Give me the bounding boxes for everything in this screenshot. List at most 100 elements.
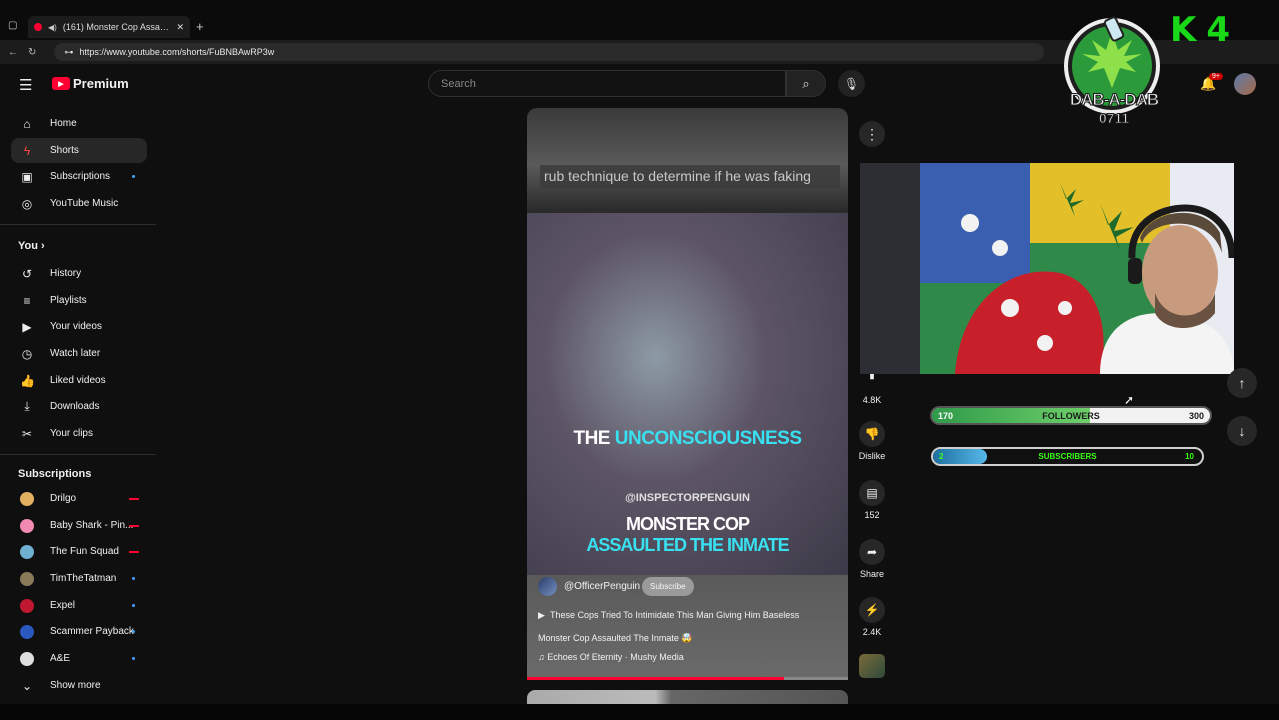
subscription-item[interactable]: Drilgo <box>11 486 147 511</box>
sound-thumbnail[interactable] <box>859 654 885 678</box>
sidebar-item-youtube-music[interactable]: ◎ YouTube Music <box>11 191 147 216</box>
subscription-item[interactable]: Baby Shark - Pin... <box>11 513 147 538</box>
tab-actions-icon[interactable]: ▢ <box>8 20 17 31</box>
share-button[interactable]: ➦ Share <box>853 539 891 579</box>
site-info-icon[interactable]: ⊶ <box>64 47 73 58</box>
sidebar-item-label: History <box>50 268 82 279</box>
share-label: Share <box>859 569 885 579</box>
sidebar-item-label: Downloads <box>50 401 100 412</box>
sidebar-item-subscriptions[interactable]: ▣ Subscriptions <box>11 164 147 189</box>
new-content-dot <box>132 630 135 633</box>
menu-icon[interactable]: ☰ <box>19 76 32 94</box>
sidebar-item-label: Baby Shark - Pin... <box>50 520 134 531</box>
subscriptions-section-title: Subscriptions <box>18 468 92 480</box>
comments-button[interactable]: ▤ 152 <box>853 480 891 520</box>
sidebar-item-label: Shorts <box>50 145 79 156</box>
subscription-item[interactable]: Scammer Payback <box>11 619 147 644</box>
new-content-dot <box>132 577 135 580</box>
chevron-down-icon: ⌄ <box>21 678 33 693</box>
sidebar-item-label: Subscriptions <box>50 171 111 182</box>
speaker-icon: ◀) <box>48 22 57 32</box>
subscribe-button[interactable]: Subscribe <box>642 577 694 596</box>
sidebar-item-label: Drilgo <box>50 493 77 504</box>
video-progress-fill <box>527 677 784 680</box>
history-icon: ↺ <box>21 266 33 281</box>
music-link[interactable]: ♫ Echoes Of Eternity · Mushy Media <box>538 652 684 662</box>
subscriptions-icon: ▣ <box>21 169 33 184</box>
sidebar-item-shorts[interactable]: ϟ Shorts <box>11 138 147 163</box>
channel-avatar <box>20 518 34 533</box>
sidebar-item-label: Expel <box>50 600 76 611</box>
video-watermark: @INSPECTORPENGUIN <box>625 492 750 504</box>
mouse-cursor-icon: ➚ <box>1124 393 1135 407</box>
channel-name[interactable]: @OfficerPenguin <box>564 581 640 592</box>
dislike-button[interactable]: 👎 Dislike <box>853 421 891 461</box>
reload-icon[interactable]: ↻ <box>28 47 36 58</box>
more-vert-icon: ⋮ <box>865 125 879 142</box>
more-options-button[interactable]: ⋮ <box>859 121 885 147</box>
you-section-title[interactable]: You › <box>18 240 45 252</box>
live-indicator <box>129 550 139 553</box>
show-more-button[interactable]: ⌄ Show more <box>11 673 147 698</box>
new-content-dot <box>132 175 135 178</box>
channel-avatar <box>20 598 34 613</box>
chevron-right-icon: › <box>41 240 45 252</box>
home-icon: ⌂ <box>23 116 31 131</box>
remix-button[interactable]: ⚡ 2.4K <box>853 597 891 637</box>
next-short-button[interactable]: ↓ <box>1227 416 1257 446</box>
channel-avatar[interactable] <box>538 577 557 596</box>
arrow-down-icon: ↓ <box>1238 423 1246 439</box>
remix-icon: ⚡ <box>859 597 885 623</box>
your-videos-icon: ▶ <box>22 319 32 334</box>
search-input[interactable]: Search <box>428 70 786 97</box>
playlists-icon: ≡ <box>23 293 31 308</box>
sidebar-divider <box>0 224 156 225</box>
next-short-preview[interactable] <box>527 690 848 704</box>
sidebar-item-label: TimTheTatman <box>50 573 117 584</box>
music-note-icon: ♫ <box>538 652 545 662</box>
sidebar-item-your-clips[interactable]: ✂ Your clips <box>11 421 147 446</box>
sidebar-item-history[interactable]: ↺ History <box>11 261 147 286</box>
sidebar-item-label: The Fun Squad <box>50 546 119 557</box>
tab-close-icon[interactable]: ✕ <box>176 22 184 33</box>
search-button[interactable]: ⌕ <box>786 70 826 97</box>
sidebar-item-home[interactable]: ⌂ Home <box>11 111 147 136</box>
subscription-item[interactable]: Expel <box>11 593 147 618</box>
previous-short-button[interactable]: ↑ <box>1227 368 1257 398</box>
account-avatar[interactable] <box>1234 73 1256 95</box>
subscribers-goal: 10 <box>1185 452 1194 461</box>
sidebar-item-your-videos[interactable]: ▶ Your videos <box>11 314 147 339</box>
like-icon: 👍 <box>20 373 35 388</box>
like-button[interactable]: ▮ 4.8K <box>853 370 891 405</box>
sidebar: ⌂ Home ϟ Shorts ▣ Subscriptions ◎ YouTube Mu… <box>0 104 156 704</box>
like-count: 4.8K <box>862 395 882 405</box>
sidebar-item-playlists[interactable]: ≡ Playlists <box>11 288 147 313</box>
sidebar-item-liked-videos[interactable]: 👍 Liked videos <box>11 368 147 393</box>
subscribers-label: SUBSCRIBERS <box>1038 452 1097 461</box>
browser-tab[interactable]: ◀) (161) Monster Cop Assaulted... ✕ <box>28 16 190 38</box>
youtube-logo[interactable]: ▶ Premium <box>52 76 129 91</box>
playlist-link[interactable]: ▶ These Cops Tried To Intimidate This Ma… <box>538 610 799 621</box>
download-icon: ⤓ <box>24 399 30 413</box>
video-headline-line2: ASSAULTED THE INMATE <box>586 535 789 555</box>
subscription-item[interactable]: A&E <box>11 646 147 671</box>
sidebar-item-watch-later[interactable]: ◷ Watch later <box>11 341 147 366</box>
sidebar-item-label: Liked videos <box>50 375 106 386</box>
sidebar-item-label: Playlists <box>50 295 87 306</box>
sidebar-item-downloads[interactable]: ⤓ Downloads <box>11 394 147 419</box>
url-field[interactable]: ⊶ https://www.youtube.com/shorts/FuBNBAw… <box>54 43 1045 61</box>
watch-later-icon: ◷ <box>21 346 33 361</box>
followers-goal: 300 <box>1188 411 1204 421</box>
voice-search-button[interactable]: 🎙 <box>838 70 865 97</box>
subscription-item[interactable]: The Fun Squad <box>11 539 147 564</box>
clips-icon: ✂ <box>21 426 33 441</box>
subscription-item[interactable]: TimTheTatman <box>11 566 147 591</box>
logo-text: DAB-A-DAB <box>1069 90 1159 110</box>
new-tab-button[interactable]: + <box>196 19 204 34</box>
bottom-bar <box>0 704 1279 720</box>
music-icon: ◎ <box>21 196 33 211</box>
sidebar-divider <box>0 454 156 455</box>
arrow-up-icon: ↑ <box>1238 375 1246 391</box>
back-icon[interactable]: ← <box>8 47 18 58</box>
sidebar-item-label: Watch later <box>50 348 101 359</box>
